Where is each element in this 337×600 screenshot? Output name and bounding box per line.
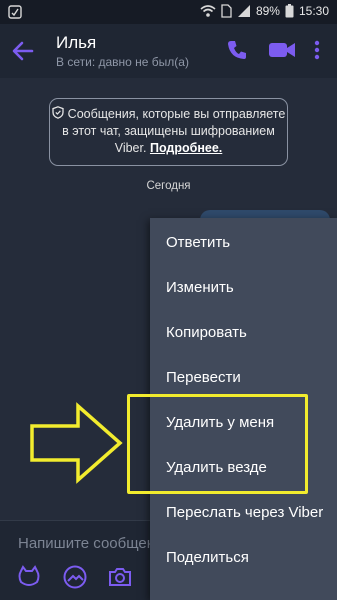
video-camera-icon[interactable]: [268, 40, 296, 60]
shield-icon: [52, 106, 64, 119]
chat-header: Илья В сети: давно не был(а): [0, 24, 337, 78]
status-left-icons: [8, 5, 22, 22]
camera-icon[interactable]: [107, 564, 133, 590]
more-options-icon[interactable]: [312, 38, 322, 62]
phone-icon[interactable]: [226, 39, 248, 61]
pointer-arrow-icon: [30, 402, 123, 484]
signal-icon: [237, 5, 250, 17]
highlight-box: [127, 394, 308, 494]
clock: 15:30: [298, 4, 329, 18]
contact-status: В сети: давно не был(а): [56, 55, 189, 69]
sim-icon: [221, 4, 232, 18]
encryption-notice: Сообщения, которые вы отправляете в этот…: [49, 98, 288, 166]
menu-item-share[interactable]: Поделиться: [150, 535, 337, 580]
status-right-group: 89% 15:30: [200, 4, 329, 18]
battery-percent: 89%: [255, 4, 280, 18]
more-info-link[interactable]: Подробнее.: [150, 141, 222, 155]
menu-item-edit[interactable]: Изменить: [150, 265, 337, 310]
contact-name[interactable]: Илья: [56, 33, 96, 53]
sticker-icon[interactable]: [16, 564, 42, 590]
date-divider: Сегодня: [146, 180, 191, 192]
notification-icon: [8, 5, 22, 19]
status-bar: 89% 15:30: [0, 0, 337, 24]
gallery-icon[interactable]: [62, 564, 88, 590]
menu-item-copy[interactable]: Копировать: [150, 310, 337, 355]
wifi-icon: [200, 5, 216, 17]
battery-icon: [285, 4, 294, 18]
menu-item-reply[interactable]: Ответить: [150, 220, 337, 265]
menu-item-forward[interactable]: Переслать через Viber: [150, 490, 337, 535]
back-arrow-icon[interactable]: [10, 38, 36, 64]
